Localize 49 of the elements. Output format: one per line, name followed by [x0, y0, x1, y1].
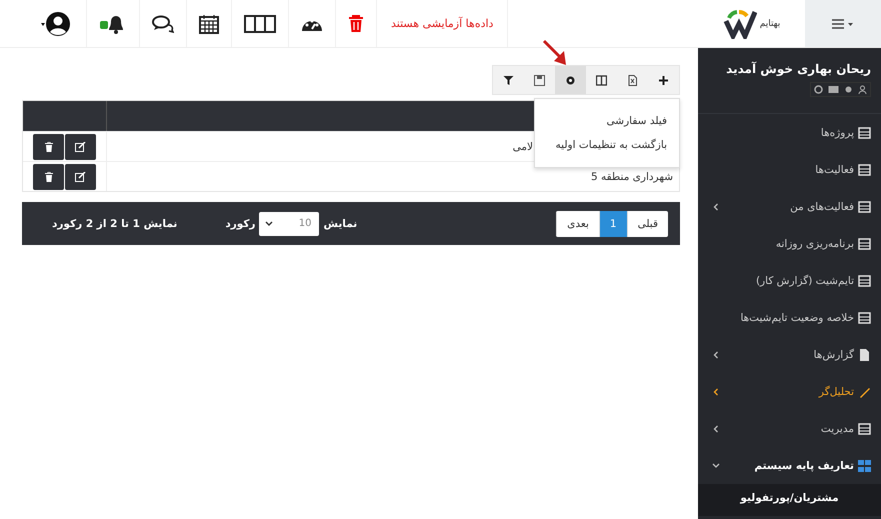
- menu-item[interactable]: بازگشت به تنظیمات اولیه: [547, 137, 667, 161]
- sidebar-item[interactable]: تعاریف پایه سیستم: [698, 447, 881, 484]
- trash-icon: [44, 142, 52, 152]
- caret-icon: [265, 220, 274, 226]
- records-summary: نمایش 1 تا 2 از 2 رکورد: [52, 218, 178, 230]
- sidebar-item[interactable]: فعالیت‌ها: [698, 151, 881, 188]
- edit-icon: [75, 172, 86, 182]
- user-icon[interactable]: [858, 85, 867, 94]
- next-button[interactable]: بعدی: [556, 210, 599, 236]
- logo-icon: [722, 8, 757, 38]
- trash-icon: [44, 172, 52, 182]
- table-cell: لامی: [512, 140, 533, 152]
- sidebar-item[interactable]: خلاصه وضعیت تایم‌شیت‌ها: [698, 299, 881, 336]
- edit-icon: [75, 142, 86, 152]
- previous-button[interactable]: قبلی: [626, 210, 668, 236]
- sidebar-item[interactable]: مدیریت: [698, 410, 881, 447]
- chevron-icon: [712, 350, 720, 358]
- settings-button[interactable]: [555, 66, 586, 94]
- annotation-arrow: [542, 39, 568, 67]
- sidebar-item[interactable]: تحلیل‌گر: [698, 373, 881, 410]
- excel-icon: [627, 74, 638, 86]
- delete-button[interactable]: [33, 164, 64, 190]
- chevron-icon: [712, 202, 720, 210]
- show-label: نمایش: [323, 218, 358, 230]
- menu-item[interactable]: فیلد سفارشی: [547, 113, 667, 137]
- sidebar-item[interactable]: پروژه‌ها: [698, 114, 881, 151]
- page-button[interactable]: 1: [598, 210, 627, 236]
- filter-icon: [503, 74, 514, 86]
- edit-button[interactable]: [65, 164, 96, 190]
- power-icon[interactable]: [814, 85, 823, 94]
- brand-name: بهتایم: [760, 18, 780, 28]
- sidebar-subitem[interactable]: مشتریان/پورتفولیو: [698, 484, 881, 516]
- page-size-select[interactable]: 10: [259, 212, 320, 236]
- sidebar-item[interactable]: گزارش‌ها: [698, 336, 881, 373]
- records-label: رکورد: [225, 218, 256, 230]
- greeting-text: ریحان بهاری خوش آمدید: [726, 62, 871, 76]
- save-icon: [534, 74, 545, 86]
- columns-icon: [596, 74, 607, 86]
- sidebar-item[interactable]: برنامه‌ریزی روزانه: [698, 225, 881, 262]
- delete-button[interactable]: [33, 134, 64, 160]
- chevron-icon: [712, 388, 720, 396]
- sidebar-item[interactable]: فعالیت‌های من: [698, 188, 881, 225]
- add-icon: [658, 74, 669, 86]
- edit-button[interactable]: [65, 134, 96, 160]
- table-cell: شهرداری منطقه 5: [590, 170, 673, 182]
- card-icon[interactable]: [828, 85, 839, 94]
- chevron-icon: [712, 424, 720, 432]
- sidebar-item[interactable]: تایم‌شیت (گزارش کار): [698, 262, 881, 299]
- chevron-icon: [712, 462, 720, 470]
